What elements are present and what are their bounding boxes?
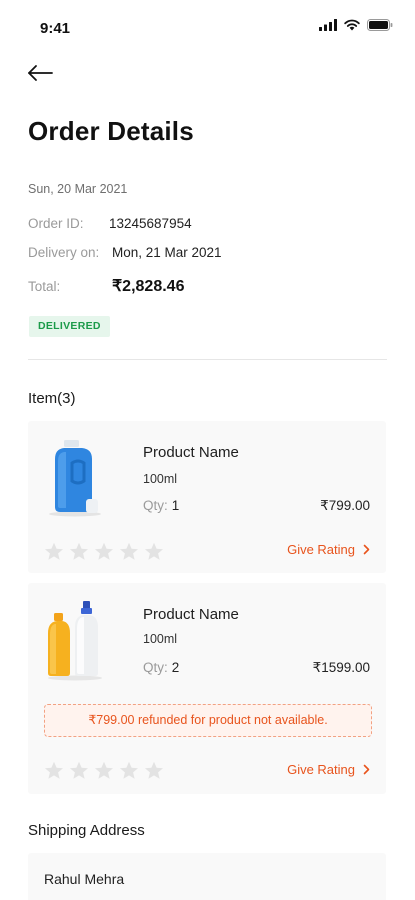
cellular-signal-icon (319, 19, 337, 31)
wifi-icon (344, 19, 360, 31)
item-card: Product Name 100ml Qty: 1 ₹799.00 Give Ra… (28, 421, 386, 573)
cleaning-bottles-icon (48, 601, 102, 681)
product-size: 100ml (143, 632, 178, 646)
shipping-heading: Shipping Address (28, 822, 145, 839)
star-icon[interactable] (119, 542, 139, 561)
qty-label: Qty: (143, 660, 168, 675)
order-id-value: 13245687954 (109, 216, 192, 231)
give-rating-label: Give Rating (287, 762, 355, 777)
status-badge: DELIVERED (29, 316, 110, 337)
status-bar: 9:41 (0, 0, 415, 50)
order-id-row: Order ID: 13245687954 (28, 216, 192, 231)
give-rating-button[interactable]: Give Rating (287, 762, 370, 777)
refund-note: ₹799.00 refunded for product not availab… (44, 704, 372, 737)
divider (28, 359, 387, 360)
star-icon[interactable] (119, 761, 139, 780)
chevron-right-icon (363, 544, 370, 555)
item-card: Product Name 100ml Qty: 2 ₹1599.00 ₹799.0… (28, 583, 386, 794)
delivery-date: Mon, 21 Mar 2021 (112, 245, 222, 260)
total-row: Total: ₹2,828.46 (28, 276, 184, 296)
star-icon[interactable] (69, 761, 89, 780)
star-icon[interactable] (144, 761, 164, 780)
star-icon[interactable] (44, 542, 64, 561)
star-icon[interactable] (94, 761, 114, 780)
status-time: 9:41 (40, 20, 71, 37)
qty-value: 2 (171, 660, 180, 675)
battery-icon (367, 19, 393, 31)
product-price: ₹799.00 (320, 498, 370, 513)
status-icons (319, 19, 393, 31)
rating-stars[interactable] (44, 761, 164, 780)
total-value: ₹2,828.46 (112, 278, 185, 295)
address-card: Rahul Mehra (28, 853, 386, 900)
items-heading: Item(3) (28, 390, 76, 407)
star-icon[interactable] (144, 542, 164, 561)
delivery-row: Delivery on: Mon, 21 Mar 2021 (28, 245, 222, 260)
total-label: Total: (28, 279, 61, 294)
star-icon[interactable] (94, 542, 114, 561)
recipient-name: Rahul Mehra (44, 871, 125, 887)
page-title: Order Details (28, 116, 194, 146)
chevron-right-icon (363, 764, 370, 775)
give-rating-button[interactable]: Give Rating (287, 542, 370, 557)
star-icon[interactable] (69, 542, 89, 561)
product-size: 100ml (143, 472, 178, 486)
star-icon[interactable] (44, 761, 64, 780)
rating-stars[interactable] (44, 542, 164, 561)
order-date: Sun, 20 Mar 2021 (28, 182, 128, 196)
give-rating-label: Give Rating (287, 542, 355, 557)
back-button[interactable] (26, 62, 56, 86)
qty-row: Qty: 2 (143, 660, 179, 675)
qty-label: Qty: (143, 498, 168, 513)
arrow-left-icon (28, 65, 53, 81)
blue-detergent-bottle-icon (49, 440, 101, 517)
order-id-label: Order ID: (28, 216, 84, 231)
product-name: Product Name (143, 444, 239, 461)
qty-row: Qty: 1 (143, 498, 179, 513)
product-name: Product Name (143, 606, 239, 623)
product-price: ₹1599.00 (312, 660, 370, 675)
delivery-label: Delivery on: (28, 245, 100, 260)
qty-value: 1 (171, 498, 180, 513)
